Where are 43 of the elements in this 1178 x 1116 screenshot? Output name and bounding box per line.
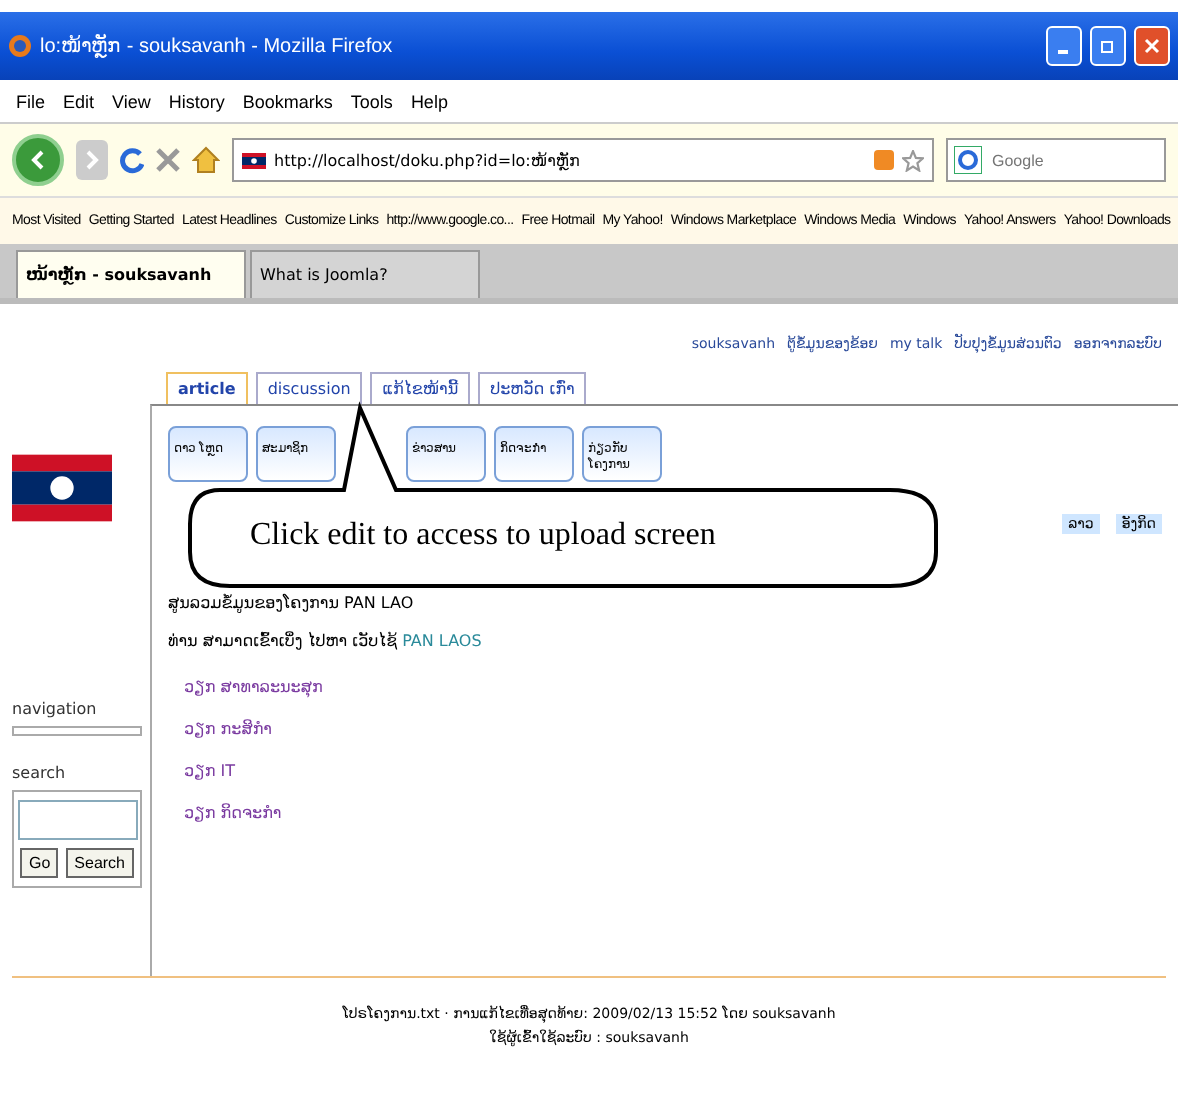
content-link[interactable]: ວຽກ IT xyxy=(184,762,1162,780)
pan-laos-link[interactable]: PAN LAOS xyxy=(402,632,482,650)
menu-item[interactable]: File xyxy=(16,91,46,111)
browser-tab[interactable]: What is Joomla? xyxy=(250,250,480,298)
back-button[interactable] xyxy=(12,134,64,186)
callout-text: Click edit to access to upload screen xyxy=(250,518,716,554)
close-button[interactable] xyxy=(1134,26,1170,66)
address-field[interactable]: http://localhost/doku.php?id=lo:ໜ້າຫຼັກ xyxy=(232,138,934,182)
search-input[interactable] xyxy=(17,800,137,840)
home-icon[interactable] xyxy=(192,146,220,174)
browser-tab[interactable]: ໜ້າຫຼັກ - souksavanh xyxy=(16,250,246,298)
search-button[interactable]: Search xyxy=(66,848,134,878)
window-title: lo:ໜ້າຫຼັກ - souksavanh - Mozilla Firefox xyxy=(40,34,395,58)
menu-item[interactable]: Help xyxy=(410,91,448,111)
menu-item[interactable]: View xyxy=(112,91,151,111)
page-tab[interactable]: discussion xyxy=(255,372,363,404)
stop-icon[interactable] xyxy=(156,148,180,172)
page-tab[interactable]: ປະຫວັດ ເກົ່າ xyxy=(478,372,587,404)
navigation-label: navigation xyxy=(12,700,99,718)
content-link[interactable]: ວຽກ ສາທາລະນະສຸກ xyxy=(184,678,1162,696)
page-tab[interactable]: ແກ້ໄຂໜ້ານີ້ xyxy=(370,372,471,404)
go-button[interactable]: Go xyxy=(20,848,59,878)
site-flag-icon xyxy=(242,151,266,169)
page-tab[interactable]: article xyxy=(166,372,248,404)
navigation-box xyxy=(12,726,142,736)
search-label: search xyxy=(12,764,68,782)
intro-text: ທ່ານ ສາມາດເຂົ້າເບິ່ງ ໄປຫາ ເວັບໄຊ້ PAN LAOS xyxy=(168,632,484,650)
menu-item[interactable]: Bookmarks xyxy=(242,91,333,111)
content-link[interactable]: ວຽກ ກິດຈະກຳ xyxy=(184,804,1162,822)
restore-icon xyxy=(1100,38,1116,54)
google-icon xyxy=(954,146,982,174)
page-heading: ສູນລວມຂໍ້ມູນຂອງໂຄງການ PAN LAO xyxy=(168,594,416,612)
search-field[interactable]: Google xyxy=(946,138,1166,182)
restore-button[interactable] xyxy=(1090,26,1126,66)
menu-item[interactable]: Tools xyxy=(350,91,393,111)
menu-item[interactable]: Edit xyxy=(63,91,95,111)
minimize-button[interactable] xyxy=(1046,26,1082,66)
menu-item[interactable]: History xyxy=(168,91,225,111)
close-icon xyxy=(1144,38,1160,54)
firefox-icon xyxy=(8,34,32,58)
reload-icon[interactable] xyxy=(120,146,144,174)
content-link[interactable]: ວຽກ ກະສິກຳ xyxy=(184,720,1162,738)
star-icon[interactable] xyxy=(902,149,924,171)
